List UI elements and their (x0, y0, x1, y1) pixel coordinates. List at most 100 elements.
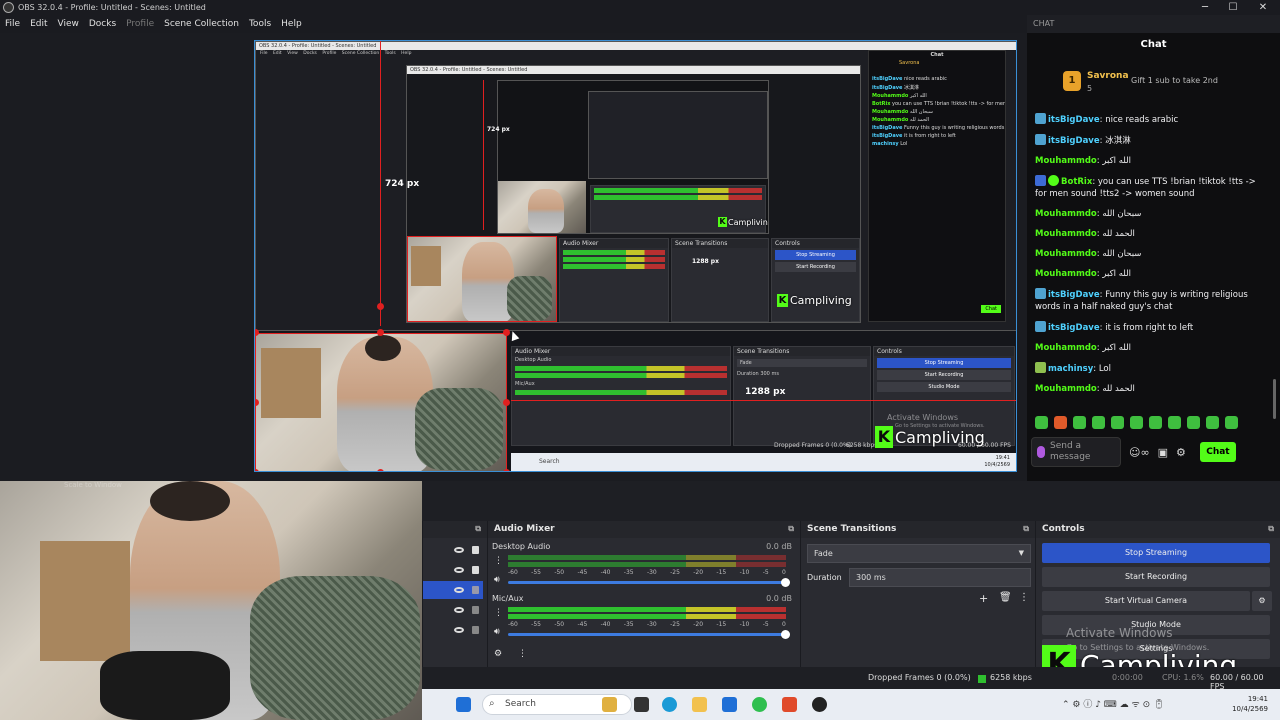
close-button[interactable]: ✕ (1248, 0, 1278, 15)
webcam-selection-box[interactable] (255, 333, 507, 471)
start-virtual-camera-button[interactable]: Start Virtual Camera (1042, 591, 1250, 611)
preview-area[interactable]: OBS 32.0.4 - Profile: Untitled - Scenes:… (0, 33, 1027, 481)
chat-username[interactable]: Mouhammdo (1035, 249, 1097, 259)
emote-icon[interactable] (1149, 416, 1162, 429)
source-row[interactable] (423, 621, 483, 639)
visibility-eye-icon[interactable] (454, 627, 464, 633)
taskbar-clock[interactable]: 19:41 10/4/2569 (1232, 694, 1268, 714)
resize-handle[interactable] (255, 469, 259, 471)
volume-slider[interactable] (508, 630, 790, 639)
file-explorer-icon[interactable] (692, 697, 707, 712)
chat-username[interactable]: itsBigDave (1048, 136, 1100, 146)
emote-icon[interactable] (1035, 416, 1048, 429)
chat-username[interactable]: itsBigDave (1048, 115, 1100, 125)
emote-icon[interactable] (1225, 416, 1238, 429)
chat-username[interactable]: Mouhammdo (1035, 384, 1097, 394)
speaker-icon[interactable]: 🔊︎ (494, 575, 500, 585)
visibility-eye-icon[interactable] (454, 607, 464, 613)
visibility-eye-icon[interactable] (454, 587, 464, 593)
resize-handle[interactable] (503, 469, 510, 471)
transition-menu-icon[interactable]: ⋮ (1019, 592, 1029, 603)
chat-username[interactable]: itsBigDave (1048, 323, 1100, 333)
menu-docks[interactable]: Docks (84, 19, 121, 29)
volume-slider-knob[interactable] (781, 578, 790, 587)
menu-view[interactable]: View (53, 19, 84, 29)
volume-slider[interactable] (508, 578, 790, 587)
chat-username[interactable]: machinsy (1048, 364, 1093, 374)
mixer-menu-icon[interactable]: ⋮ (518, 649, 527, 659)
chat-username[interactable]: Mouhammdo (1035, 229, 1097, 239)
chat-username[interactable]: itsBigDave (1048, 290, 1100, 300)
chat-scrollbar[interactable] (1273, 379, 1276, 419)
edge-browser-icon[interactable] (662, 697, 677, 712)
widget-icon[interactable] (602, 697, 617, 712)
lock-icon[interactable] (472, 606, 479, 614)
source-row-selected[interactable] (423, 581, 483, 599)
dock-float-icon[interactable]: ⧉ (788, 524, 794, 535)
menu-tools[interactable]: Tools (244, 19, 276, 29)
system-tray-icons[interactable]: ⌃ ⚙ ⓘ ♪ ⌨ ☁ ᯤ ⊙ 🔋︎ (1062, 697, 1164, 710)
chrome-browser-icon[interactable] (752, 697, 767, 712)
emote-icon[interactable] (1092, 416, 1105, 429)
menu-edit[interactable]: Edit (25, 19, 52, 29)
lock-icon[interactable] (472, 626, 479, 634)
program-canvas[interactable]: OBS 32.0.4 - Profile: Untitled - Scenes:… (254, 40, 1017, 472)
chat-username[interactable]: Mouhammdo (1035, 343, 1097, 353)
lock-icon[interactable] (472, 586, 479, 594)
chat-username[interactable]: Mouhammdo (1035, 156, 1097, 166)
chat-message-input[interactable]: Send a message (1031, 437, 1121, 467)
volume-slider-knob[interactable] (781, 630, 790, 639)
chat-username[interactable]: BotRix (1061, 177, 1092, 187)
resize-handle[interactable] (377, 469, 384, 471)
emote-icon[interactable] (1187, 416, 1200, 429)
menu-file[interactable]: File (0, 19, 25, 29)
emote-icon[interactable] (1111, 416, 1124, 429)
obs-taskbar-icon[interactable] (812, 697, 827, 712)
channel-menu-icon[interactable]: ⋮ (494, 608, 503, 618)
resize-handle[interactable] (377, 329, 384, 336)
transition-select[interactable]: Fade ▼ (807, 544, 1031, 563)
chat-username[interactable]: Mouhammdo (1035, 269, 1097, 279)
brave-browser-icon[interactable] (782, 697, 797, 712)
dock-float-icon[interactable]: ⧉ (1023, 524, 1029, 535)
source-row[interactable] (423, 561, 483, 579)
source-row[interactable] (423, 541, 483, 559)
source-row[interactable] (423, 601, 483, 619)
microphone-icon[interactable] (1037, 446, 1045, 458)
duration-input[interactable]: 300 ms (849, 568, 1031, 587)
stop-streaming-button[interactable]: Stop Streaming (1042, 543, 1270, 563)
channel-menu-icon[interactable]: ⋮ (494, 556, 503, 566)
trash-icon[interactable]: 🗑︎ (999, 592, 1012, 603)
chat-username[interactable]: Mouhammdo (1035, 209, 1097, 219)
dock-float-icon[interactable]: ⧉ (1268, 524, 1274, 535)
emote-icon[interactable] (1168, 416, 1181, 429)
lock-icon[interactable] (472, 546, 479, 554)
menu-scene-collection[interactable]: Scene Collection (159, 19, 244, 29)
emote-picker-icon[interactable]: ☺∞ (1129, 446, 1150, 459)
store-icon[interactable]: ▣ (1158, 446, 1168, 459)
lock-icon[interactable] (472, 566, 479, 574)
dock-float-icon[interactable]: ⧉ (475, 524, 481, 535)
emote-icon[interactable] (1130, 416, 1143, 429)
task-view-icon[interactable] (634, 697, 649, 712)
visibility-eye-icon[interactable] (454, 567, 464, 573)
emote-icon[interactable] (1073, 416, 1086, 429)
maximize-button[interactable]: ☐ (1218, 0, 1248, 15)
minimize-button[interactable]: ─ (1190, 0, 1220, 15)
menu-profile[interactable]: Profile (121, 19, 159, 29)
settings-gear-icon[interactable]: ⚙ (1176, 446, 1186, 459)
chat-send-button[interactable]: Chat (1199, 442, 1236, 462)
resize-handle[interactable] (503, 399, 510, 406)
speaker-icon[interactable]: 🔊︎ (494, 627, 500, 637)
visibility-eye-icon[interactable] (454, 547, 464, 553)
advanced-audio-icon[interactable]: ⚙ (494, 649, 502, 659)
virtual-camera-settings-gear-icon[interactable]: ⚙ (1252, 591, 1272, 611)
store-app-icon[interactable] (722, 697, 737, 712)
emote-icon[interactable] (1054, 416, 1067, 429)
display-capture-source[interactable]: OBS 32.0.4 - Profile: Untitled - Scenes:… (255, 41, 1016, 331)
add-transition-icon[interactable]: + (979, 592, 988, 605)
start-button-icon[interactable] (456, 697, 471, 712)
menu-help[interactable]: Help (276, 19, 307, 29)
emote-icon[interactable] (1206, 416, 1219, 429)
start-recording-button[interactable]: Start Recording (1042, 567, 1270, 587)
